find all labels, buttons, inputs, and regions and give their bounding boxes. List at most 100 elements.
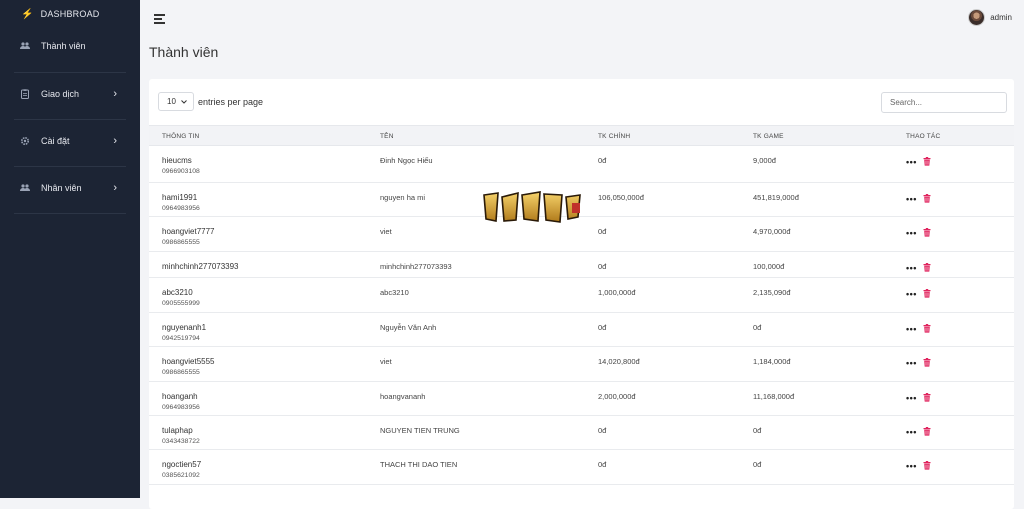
table-row: hoanganh 0964983956 hoangvananh 2,000,00… xyxy=(149,382,1014,416)
more-options-icon[interactable]: ••• xyxy=(906,461,917,470)
divider xyxy=(14,166,126,167)
member-phone: 0986865555 xyxy=(162,239,200,246)
more-options-icon[interactable]: ••• xyxy=(906,263,917,272)
sidebar: ⚡ DASHBROAD Thành viên Giao dịch › Cài đ… xyxy=(0,0,140,498)
member-name: minhchinh277073393 xyxy=(380,262,452,271)
member-name: NGUYEN TIEN TRUNG xyxy=(380,426,460,435)
main-account-balance: 0đ xyxy=(598,156,607,165)
page-length-select[interactable]: 10 xyxy=(158,92,194,111)
sidebar-item-transactions[interactable]: Giao dịch › xyxy=(0,86,140,102)
member-name: viet xyxy=(380,357,392,366)
column-header-name[interactable]: TÊN xyxy=(380,133,394,140)
row-actions: ••• xyxy=(906,263,931,272)
more-options-icon[interactable]: ••• xyxy=(906,194,917,203)
main-account-balance: 2,000,000đ xyxy=(598,392,636,401)
delete-icon[interactable] xyxy=(923,263,931,272)
sidebar-item-staff[interactable]: Nhân viên › xyxy=(0,180,140,196)
delete-icon[interactable] xyxy=(923,289,931,298)
users-icon xyxy=(20,183,30,193)
menu-toggle-icon[interactable] xyxy=(154,14,165,24)
sidebar-item-settings[interactable]: Cài đặt › xyxy=(0,133,140,149)
row-actions: ••• xyxy=(906,461,931,470)
more-options-icon[interactable]: ••• xyxy=(906,228,917,237)
row-actions: ••• xyxy=(906,358,931,367)
table-row: hoangviet5555 0986865555 viet 14,020,800… xyxy=(149,347,1014,382)
delete-icon[interactable] xyxy=(923,228,931,237)
row-actions: ••• xyxy=(906,157,931,166)
table-row: tulaphap 0343438722 NGUYEN TIEN TRUNG 0đ… xyxy=(149,416,1014,450)
delete-icon[interactable] xyxy=(923,157,931,166)
member-info: abc3210 0905555999 xyxy=(162,288,200,307)
chevron-right-icon: › xyxy=(113,135,117,147)
users-icon xyxy=(20,41,30,51)
delete-icon[interactable] xyxy=(923,461,931,470)
table-row: abc3210 0905555999 abc3210 1,000,000đ 2,… xyxy=(149,278,1014,313)
page-length-value: 10 xyxy=(167,97,176,106)
members-table-card: 10 entries per page THÔNG TIN TÊN TK CHÍ… xyxy=(149,79,1014,509)
member-username[interactable]: hoanganh xyxy=(162,392,198,401)
delete-icon[interactable] xyxy=(923,324,931,333)
member-info: hami1991 0964983956 xyxy=(162,193,200,212)
member-username[interactable]: abc3210 xyxy=(162,288,193,297)
game-account-balance: 0đ xyxy=(753,460,762,469)
divider xyxy=(14,72,126,73)
member-username[interactable]: hoangviet7777 xyxy=(162,227,215,236)
member-username[interactable]: minhchinh277073393 xyxy=(162,262,239,271)
column-header-actions: THAO TÁC xyxy=(906,133,941,140)
member-username[interactable]: hoangviet5555 xyxy=(162,357,215,366)
game-account-balance: 0đ xyxy=(753,426,762,435)
row-actions: ••• xyxy=(906,289,931,298)
column-header-game-account[interactable]: TK GAME xyxy=(753,133,784,140)
member-info: hieucms 0966903108 xyxy=(162,156,200,175)
member-phone: 0964983956 xyxy=(162,205,200,212)
more-options-icon[interactable]: ••• xyxy=(906,358,917,367)
row-actions: ••• xyxy=(906,194,931,203)
user-menu[interactable]: admin xyxy=(968,9,1012,26)
sidebar-item-label: Cài đặt xyxy=(41,136,70,146)
table-row: ngoctien57 0385621092 THACH THI DAO TIEN… xyxy=(149,450,1014,485)
member-username[interactable]: nguyenanh1 xyxy=(162,323,206,332)
game-account-balance: 11,168,000đ xyxy=(753,392,795,401)
search-input[interactable] xyxy=(881,92,1007,113)
delete-icon[interactable] xyxy=(923,358,931,367)
more-options-icon[interactable]: ••• xyxy=(906,157,917,166)
member-info: hoangviet5555 0986865555 xyxy=(162,357,215,376)
game-account-balance: 2,135,090đ xyxy=(753,288,791,297)
more-options-icon[interactable]: ••• xyxy=(906,393,917,402)
member-info: nguyenanh1 0942519794 xyxy=(162,323,206,342)
more-options-icon[interactable]: ••• xyxy=(906,324,917,333)
page-title: Thành viên xyxy=(149,44,219,60)
column-header-info[interactable]: THÔNG TIN xyxy=(162,133,199,140)
sidebar-item-members[interactable]: Thành viên xyxy=(0,38,140,54)
member-name: nguyen ha mi xyxy=(380,193,426,202)
divider xyxy=(14,119,126,120)
member-username[interactable]: ngoctien57 xyxy=(162,460,201,469)
page-length-control: 10 entries per page xyxy=(158,92,263,111)
member-username[interactable]: tulaphap xyxy=(162,426,193,435)
delete-icon[interactable] xyxy=(923,427,931,436)
main-account-balance: 0đ xyxy=(598,227,607,236)
chevron-down-icon xyxy=(181,99,187,104)
game-account-balance: 9,000đ xyxy=(753,156,776,165)
delete-icon[interactable] xyxy=(923,194,931,203)
main-account-balance: 0đ xyxy=(598,426,607,435)
member-name: Đinh Ngọc Hiếu xyxy=(380,156,433,165)
chevron-right-icon: › xyxy=(113,182,117,194)
main-account-balance: 14,020,800đ xyxy=(598,357,640,366)
sidebar-item-label: Giao dịch xyxy=(41,89,80,99)
member-phone: 0964983956 xyxy=(162,404,200,411)
brand[interactable]: ⚡ DASHBROAD xyxy=(0,0,140,28)
table-row: hieucms 0966903108 Đinh Ngọc Hiếu 0đ 9,0… xyxy=(149,146,1014,183)
delete-icon[interactable] xyxy=(923,393,931,402)
more-options-icon[interactable]: ••• xyxy=(906,289,917,298)
more-options-icon[interactable]: ••• xyxy=(906,427,917,436)
column-header-main-account[interactable]: TK CHÍNH xyxy=(598,133,630,140)
member-username[interactable]: hieucms xyxy=(162,156,192,165)
main-account-balance: 0đ xyxy=(598,262,607,271)
member-username[interactable]: hami1991 xyxy=(162,193,197,202)
game-account-balance: 4,970,000đ xyxy=(753,227,791,236)
username: admin xyxy=(990,13,1012,22)
member-name: hoangvananh xyxy=(380,392,426,401)
table-row: minhchinh277073393 minhchinh277073393 0đ… xyxy=(149,252,1014,278)
member-phone: 0905555999 xyxy=(162,300,200,307)
